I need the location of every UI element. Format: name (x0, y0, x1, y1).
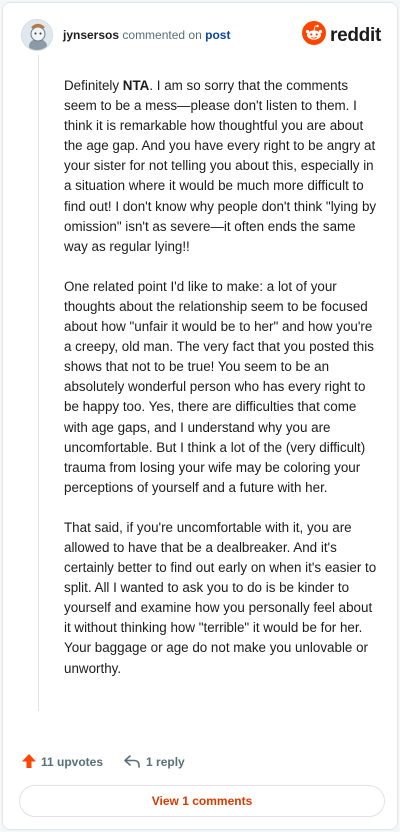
username-link[interactable]: jynsersos (63, 28, 119, 42)
comment-paragraph-2: One related point I'd like to make: a lo… (64, 278, 374, 495)
reddit-logo[interactable]: reddit (302, 21, 381, 50)
upvote-arrow-icon (21, 753, 37, 772)
thread-line[interactable] (38, 55, 39, 711)
upvote-count: 11 upvotes (41, 755, 104, 769)
nta-bold: NTA (122, 78, 150, 93)
comment-paragraph-1: Definitely NTA. I am so sorry that the c… (64, 78, 377, 254)
comment-header: jynsersos commented on post reddit (21, 17, 381, 53)
comment-card: jynsersos commented on post reddit Defin… (2, 2, 398, 830)
action-text: commented on (122, 28, 202, 42)
comment-paragraph-3: That said, if you're uncomfortable with … (64, 519, 377, 676)
comment-body: Definitely NTA. I am so sorry that the c… (64, 76, 380, 699)
reply-button[interactable]: 1 reply (123, 753, 185, 772)
avatar[interactable] (21, 19, 53, 51)
comment-actions: 11 upvotes 1 reply (21, 751, 185, 773)
reddit-snoo-icon (302, 21, 327, 50)
view-comments-button[interactable]: View 1 comments (19, 785, 385, 817)
comment-meta: jynsersos commented on post (63, 27, 230, 43)
reply-count: 1 reply (146, 755, 185, 769)
post-link[interactable]: post (205, 28, 230, 42)
reddit-wordmark: reddit (330, 24, 381, 46)
upvote-button[interactable]: 11 upvotes (21, 753, 103, 772)
reply-arrow-icon (123, 753, 141, 772)
